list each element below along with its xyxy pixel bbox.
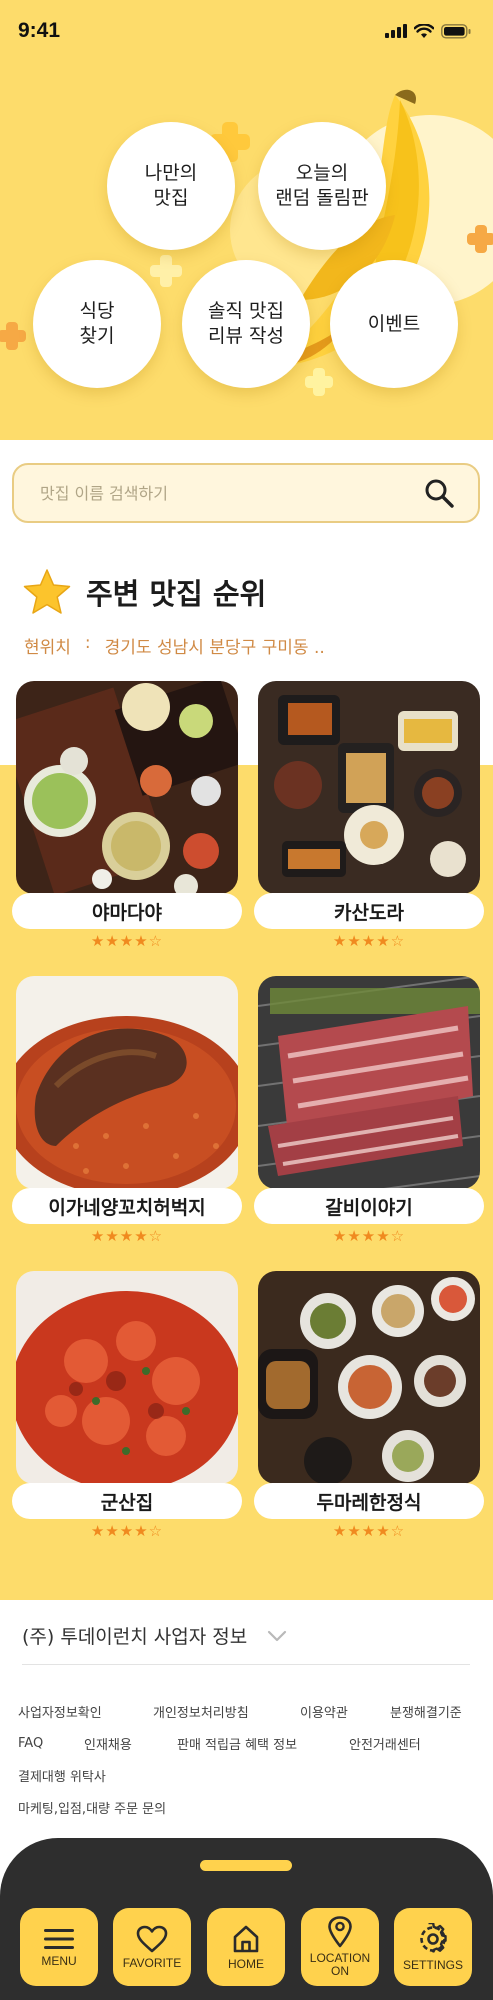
- nav-menu-button[interactable]: MENU: [20, 1908, 98, 1986]
- footer-links-row: 결제대행 위탁사: [18, 1759, 483, 1791]
- footer-link-payment-agent[interactable]: 결제대행 위탁사: [18, 1766, 106, 1785]
- battery-icon: [441, 23, 471, 39]
- footer-link-business-check[interactable]: 사업자정보확인: [18, 1702, 153, 1721]
- current-location: 현위치 : 경기도 성남시 분당구 구미동 ..: [24, 633, 325, 658]
- menu-icon: [44, 1928, 74, 1949]
- restaurant-photo: [258, 681, 480, 894]
- company-info-toggle[interactable]: (주) 투데이런치 사업자 정보: [22, 1622, 287, 1649]
- bubble-write-review[interactable]: 솔직 맛집 리뷰 작성: [182, 260, 310, 388]
- bubble-random-roulette[interactable]: 오늘의 랜덤 돌림판: [258, 122, 386, 250]
- restaurant-photo: [258, 1271, 480, 1484]
- restaurant-photo: [16, 976, 238, 1189]
- divider: [22, 1664, 470, 1665]
- bubble-label: 이벤트: [367, 312, 421, 335]
- restaurant-name: 카산도라: [254, 893, 484, 929]
- bubble-find-restaurant[interactable]: 식당 찾기: [33, 260, 161, 388]
- restaurant-name: 군산집: [12, 1483, 242, 1519]
- ranking-title: 주변 맛집 순위: [86, 577, 267, 611]
- rating-stars: ★★★★☆: [332, 1227, 406, 1245]
- wifi-icon: [414, 23, 434, 38]
- restaurant-name: 갈비이야기: [254, 1188, 484, 1224]
- hero-banner: 나만의 맛집 오늘의 랜덤 돌림판 식당 찾기 솔직 맛집 리뷰 작성 이벤트: [0, 0, 493, 440]
- restaurant-name: 이가네양꼬치허벅지: [12, 1188, 242, 1224]
- restaurant-name: 야마다야: [12, 893, 242, 929]
- nav-label: LOCATION ON: [309, 1951, 371, 1978]
- footer-links-row: 사업자정보확인 개인정보처리방침 이용약관 분쟁해결기준: [18, 1695, 483, 1727]
- company-info-title: (주) 투데이런치 사업자 정보: [22, 1626, 248, 1648]
- footer-link-marketing-inquiry[interactable]: 마케팅,입점,대량 주문 문의: [18, 1798, 166, 1817]
- restaurant-photo: [16, 1271, 238, 1484]
- bubble-events[interactable]: 이벤트: [330, 260, 458, 388]
- nav-home-button[interactable]: HOME: [207, 1908, 285, 1986]
- location-label: 현위치: [24, 638, 71, 658]
- nav-handle[interactable]: [200, 1860, 292, 1871]
- rating-stars: ★★★★☆: [90, 932, 164, 950]
- location-separator: :: [84, 633, 91, 653]
- footer-links-row: 마케팅,입점,대량 주문 문의: [18, 1791, 483, 1823]
- signal-icon: [385, 24, 407, 38]
- bottom-navigation: MENU FAVORITE HOME LOCATION ON SETTINGS: [0, 1838, 493, 2000]
- ranking-header: 주변 맛집 순위: [22, 568, 266, 616]
- nav-location-button[interactable]: LOCATION ON: [301, 1908, 379, 1986]
- nav-label: SETTINGS: [402, 1957, 463, 1972]
- bubble-label: 오늘의 랜덤 돌림판: [275, 162, 369, 209]
- status-icons: [385, 23, 471, 39]
- location-value: 경기도 성남시 분당구 구미동 ..: [104, 638, 325, 658]
- nav-label: FAVORITE: [122, 1955, 182, 1970]
- footer-links-row: FAQ 인재채용 판매 적립금 혜택 정보 안전거래센터: [18, 1727, 483, 1759]
- bubble-my-restaurants[interactable]: 나만의 맛집: [107, 122, 235, 250]
- nav-label: MENU: [41, 1953, 77, 1968]
- star-icon: [23, 569, 71, 614]
- restaurant-photo: [258, 976, 480, 1189]
- footer-link-faq[interactable]: FAQ: [18, 1736, 84, 1751]
- app-screen: 나만의 맛집 오늘의 랜덤 돌림판 식당 찾기 솔직 맛집 리뷰 작성 이벤트 …: [0, 0, 493, 2000]
- restaurant-name: 두마레한정식: [254, 1483, 484, 1519]
- bubble-label: 나만의 맛집: [144, 162, 198, 209]
- gear-icon: [420, 1922, 447, 1953]
- search-icon: [425, 479, 454, 508]
- nav-settings-button[interactable]: SETTINGS: [394, 1908, 472, 1986]
- restaurant-photo: [16, 681, 238, 894]
- heart-icon: [136, 1925, 168, 1952]
- home-icon: [233, 1925, 259, 1952]
- footer-link-privacy[interactable]: 개인정보처리방침: [153, 1702, 300, 1721]
- chevron-down-icon: [268, 1630, 287, 1641]
- search-button[interactable]: [422, 476, 456, 510]
- location-pin-icon: [328, 1916, 352, 1948]
- footer-link-rewards[interactable]: 판매 적립금 혜택 정보: [177, 1734, 349, 1753]
- rating-stars: ★★★★☆: [90, 1227, 164, 1245]
- rating-stars: ★★★★☆: [90, 1522, 164, 1540]
- search-bar: [12, 463, 480, 523]
- bubble-label: 식당 찾기: [79, 300, 115, 347]
- bubble-label: 솔직 맛집 리뷰 작성: [208, 300, 284, 347]
- footer-link-careers[interactable]: 인재채용: [84, 1734, 177, 1753]
- footer-link-dispute[interactable]: 분쟁해결기준: [390, 1702, 462, 1721]
- footer-link-terms[interactable]: 이용약관: [300, 1702, 390, 1721]
- status-time: 9:41: [18, 19, 61, 42]
- status-bar: 9:41: [0, 0, 493, 62]
- footer-links: 사업자정보확인 개인정보처리방침 이용약관 분쟁해결기준 FAQ 인재채용 판매…: [18, 1695, 483, 1823]
- rating-stars: ★★★★☆: [332, 1522, 406, 1540]
- nav-favorite-button[interactable]: FAVORITE: [113, 1908, 191, 1986]
- nav-label: HOME: [228, 1956, 264, 1971]
- rating-stars: ★★★★☆: [332, 932, 406, 950]
- footer-link-safe-trade[interactable]: 안전거래센터: [349, 1734, 421, 1753]
- search-input[interactable]: [40, 483, 422, 503]
